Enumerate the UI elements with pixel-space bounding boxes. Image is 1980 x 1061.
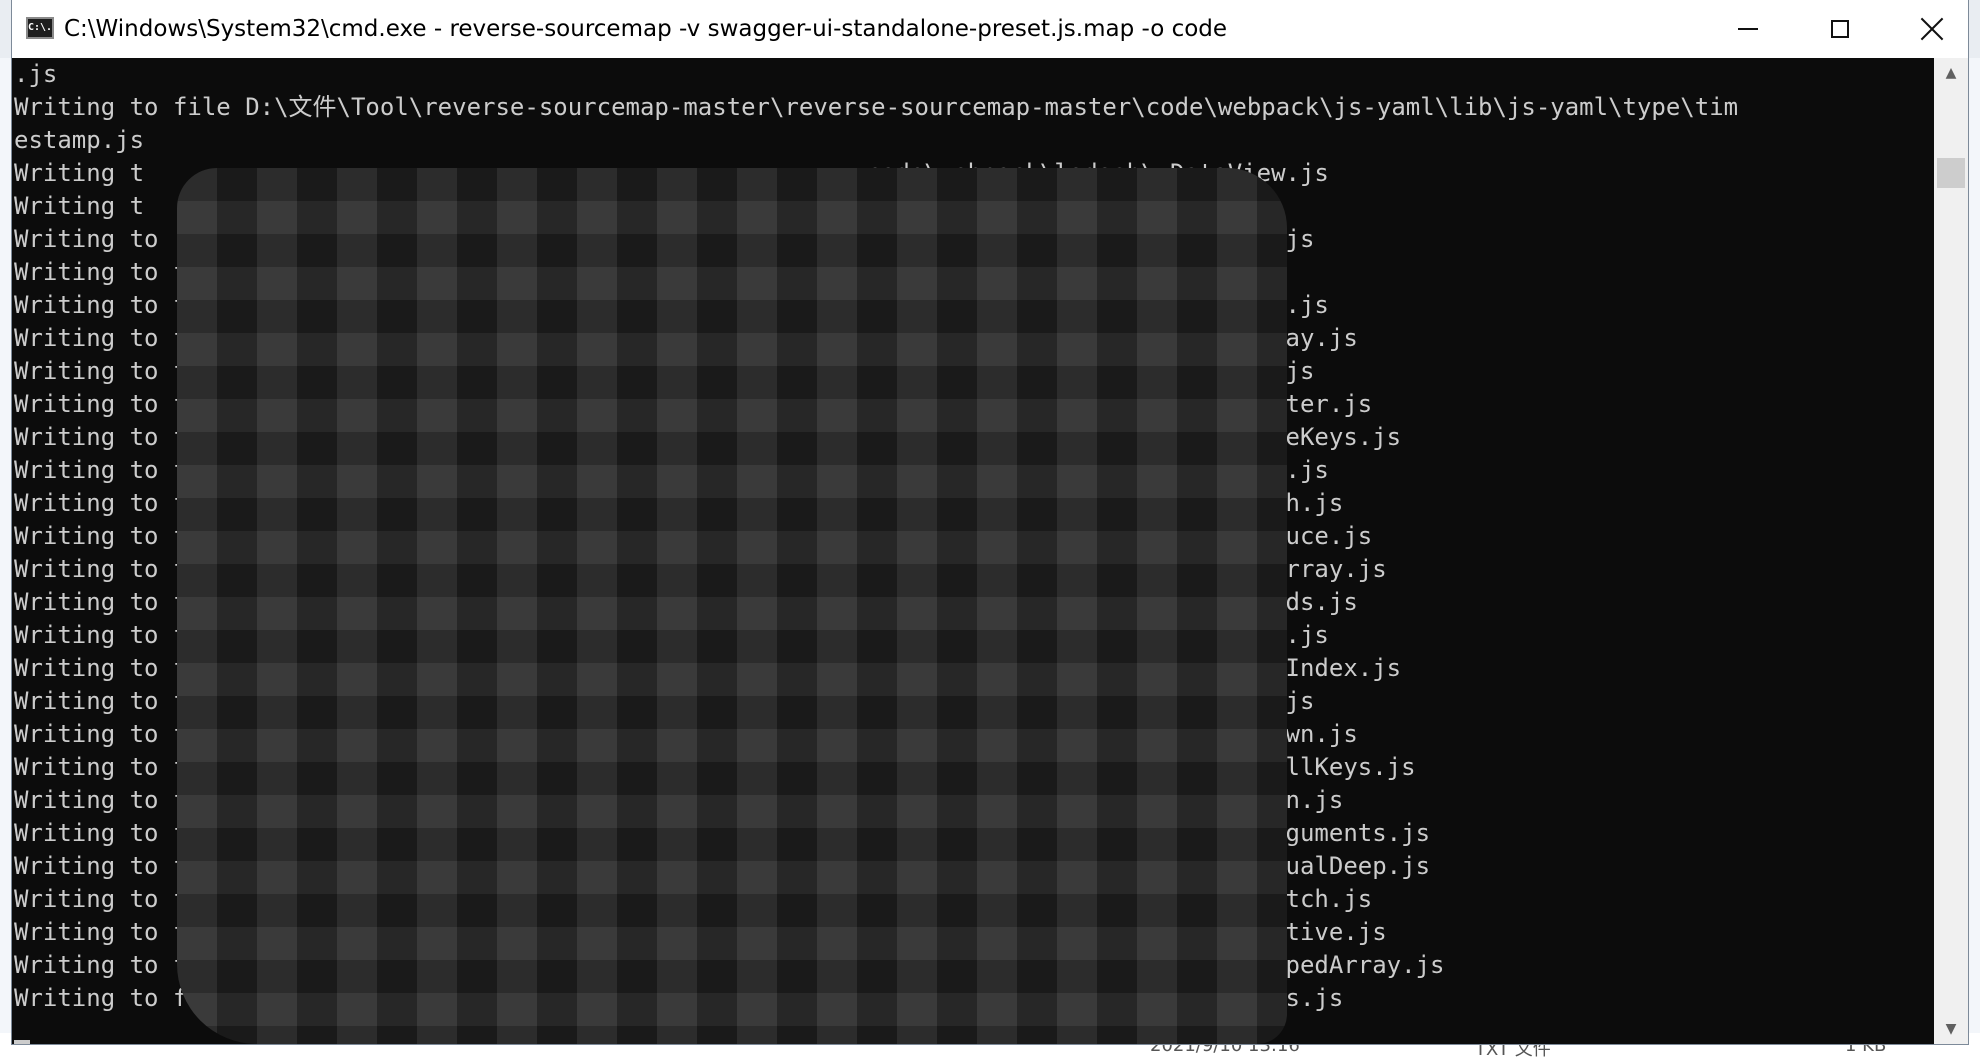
cmd-app-icon[interactable]: C:\. <box>26 17 54 39</box>
close-icon <box>1920 17 1944 41</box>
console-line: .js <box>14 60 58 88</box>
vertical-scrollbar[interactable]: ▲ ▼ <box>1934 58 1968 1044</box>
maximize-button[interactable] <box>1794 0 1886 58</box>
title-bar[interactable]: C:\. C:\Windows\System32\cmd.exe - rever… <box>12 0 1968 58</box>
window-title: C:\Windows\System32\cmd.exe - reverse-so… <box>64 16 1228 42</box>
cmd-window[interactable]: C:\. C:\Windows\System32\cmd.exe - rever… <box>12 0 1968 1044</box>
text-cursor <box>14 1040 30 1044</box>
scroll-down-arrow-icon[interactable]: ▼ <box>1934 1014 1968 1044</box>
console-line: Writing to file D:\文件\Tool\reverse-sourc… <box>14 93 1739 121</box>
console-line: estamp.js <box>14 126 145 154</box>
minimize-button[interactable] <box>1702 0 1794 58</box>
close-button[interactable] <box>1886 0 1978 58</box>
scroll-up-arrow-icon[interactable]: ▲ <box>1934 58 1968 88</box>
minimize-icon <box>1738 28 1758 30</box>
redaction-mosaic <box>177 168 1287 1044</box>
maximize-icon <box>1831 20 1849 38</box>
background-window-strip-right <box>1968 58 1980 1061</box>
scrollbar-thumb[interactable] <box>1937 158 1965 188</box>
